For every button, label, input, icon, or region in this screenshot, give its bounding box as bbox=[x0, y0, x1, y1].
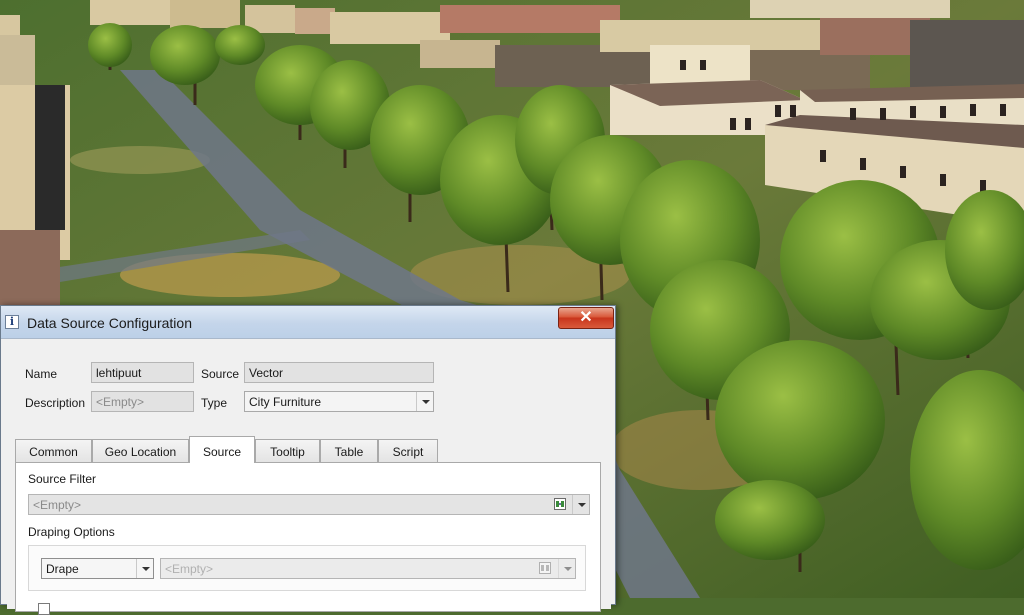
draping-target-field: <Empty> bbox=[160, 558, 576, 579]
info-i-icon: i bbox=[5, 315, 19, 329]
draping-mode-select[interactable]: Drape bbox=[41, 558, 154, 579]
type-select-value: City Furniture bbox=[249, 395, 322, 409]
draping-options-label: Draping Options bbox=[28, 525, 115, 539]
source-field: Vector bbox=[244, 362, 434, 383]
draping-options-group: Drape <Empty> bbox=[28, 545, 586, 591]
source-filter-value: <Empty> bbox=[33, 498, 82, 512]
description-field[interactable]: <Empty> bbox=[91, 391, 194, 412]
dialog-body: Name lehtipuut Source Vector Description… bbox=[7, 339, 611, 615]
tab-bar: Common Geo Location Source Tooltip Table… bbox=[15, 436, 607, 463]
tab-table[interactable]: Table bbox=[320, 439, 378, 463]
filter-icon bbox=[539, 562, 551, 574]
data-source-configuration-dialog: i Data Source Configuration ✕ Name lehti… bbox=[0, 305, 616, 615]
dialog-titlebar[interactable]: i Data Source Configuration ✕ bbox=[1, 306, 615, 339]
tab-tooltip[interactable]: Tooltip bbox=[255, 439, 320, 463]
draping-mode-value: Drape bbox=[46, 562, 79, 576]
tab-geo-location[interactable]: Geo Location bbox=[92, 439, 189, 463]
dialog-title: Data Source Configuration bbox=[27, 315, 192, 331]
tab-script[interactable]: Script bbox=[378, 439, 438, 463]
draping-checkbox[interactable] bbox=[38, 603, 50, 615]
source-filter-label: Source Filter bbox=[28, 472, 97, 486]
draping-target-value: <Empty> bbox=[165, 562, 214, 576]
chevron-down-icon[interactable] bbox=[572, 495, 589, 514]
tab-common[interactable]: Common bbox=[15, 439, 92, 463]
description-label: Description bbox=[25, 396, 86, 410]
chevron-down-icon[interactable] bbox=[416, 392, 433, 411]
close-button[interactable]: ✕ bbox=[558, 307, 614, 329]
chevron-down-icon bbox=[558, 559, 575, 578]
source-label: Source bbox=[201, 367, 240, 381]
type-label: Type bbox=[201, 396, 228, 410]
filter-icon[interactable] bbox=[554, 498, 566, 510]
name-field[interactable]: lehtipuut bbox=[91, 362, 194, 383]
chevron-down-icon[interactable] bbox=[136, 559, 153, 578]
close-icon: ✕ bbox=[579, 309, 593, 326]
tab-source[interactable]: Source bbox=[189, 436, 255, 463]
source-filter-field[interactable]: <Empty> bbox=[28, 494, 590, 515]
source-tab-panel: Source Filter <Empty> Draping Options Dr… bbox=[15, 462, 601, 615]
name-label: Name bbox=[25, 367, 58, 381]
type-select[interactable]: City Furniture bbox=[244, 391, 434, 412]
